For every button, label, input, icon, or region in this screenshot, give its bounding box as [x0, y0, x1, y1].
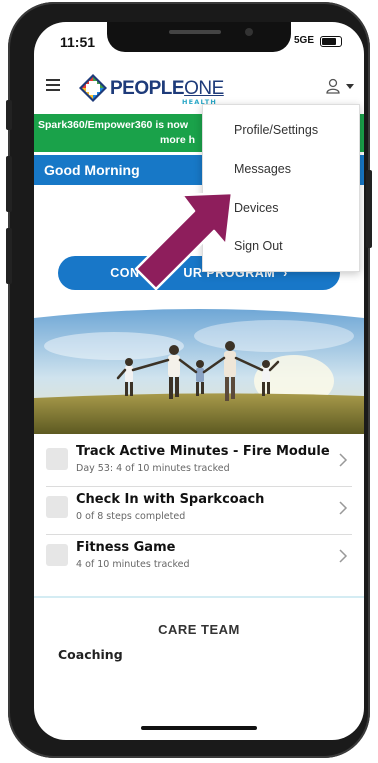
- task-checkbox[interactable]: [46, 544, 68, 566]
- task-title: Track Active Minutes - Fire Module: [76, 444, 330, 459]
- banner-text-line1: Spark360/Empower360 is now: [38, 119, 188, 131]
- menu-item-messages[interactable]: Messages: [234, 162, 291, 176]
- task-title: Check In with Sparkcoach: [76, 492, 265, 507]
- section-divider: [34, 596, 364, 598]
- banner-text-line2: more h: [160, 134, 196, 146]
- brand-name: PEOPLEONE: [110, 78, 224, 99]
- task-item[interactable]: Track Active Minutes - Fire Module Day 5…: [46, 440, 352, 487]
- task-title: Fitness Game: [76, 540, 176, 555]
- home-indicator[interactable]: [141, 726, 257, 730]
- care-team-coaching-item[interactable]: Coaching: [58, 647, 123, 662]
- battery-icon: [320, 36, 342, 47]
- volume-up-button: [6, 156, 12, 212]
- chevron-right-icon[interactable]: [338, 548, 348, 564]
- task-item[interactable]: Fitness Game 4 of 10 minutes tracked: [46, 536, 352, 582]
- task-checkbox[interactable]: [46, 496, 68, 518]
- task-checkbox[interactable]: [46, 448, 68, 470]
- greeting-text: Good Morning: [44, 162, 140, 178]
- menu-item-devices[interactable]: Devices: [234, 201, 278, 215]
- notch: [107, 22, 291, 52]
- task-subtitle: 4 of 10 minutes tracked: [76, 559, 190, 570]
- user-icon[interactable]: [326, 78, 340, 94]
- menu-item-profile-settings[interactable]: Profile/Settings: [234, 123, 318, 137]
- care-team-heading: CARE TEAM: [158, 622, 240, 637]
- logo-cross-icon: [79, 74, 107, 102]
- arrow-pointer-icon: [134, 191, 234, 291]
- mute-switch: [6, 100, 12, 130]
- chevron-down-icon[interactable]: [346, 84, 354, 89]
- task-subtitle: 0 of 8 steps completed: [76, 511, 186, 522]
- menu-item-sign-out[interactable]: Sign Out: [234, 239, 283, 253]
- task-item[interactable]: Check In with Sparkcoach 0 of 8 steps co…: [46, 488, 352, 535]
- chevron-right-icon[interactable]: [338, 452, 348, 468]
- power-button: [366, 170, 372, 248]
- menu-icon[interactable]: [46, 79, 60, 91]
- chevron-right-icon[interactable]: [338, 500, 348, 516]
- volume-down-button: [6, 228, 12, 284]
- hero-image-family-running: [34, 309, 364, 434]
- status-time: 11:51: [60, 34, 96, 50]
- network-indicator: 5GE: [293, 35, 314, 46]
- task-subtitle: Day 53: 4 of 10 minutes tracked: [76, 463, 230, 474]
